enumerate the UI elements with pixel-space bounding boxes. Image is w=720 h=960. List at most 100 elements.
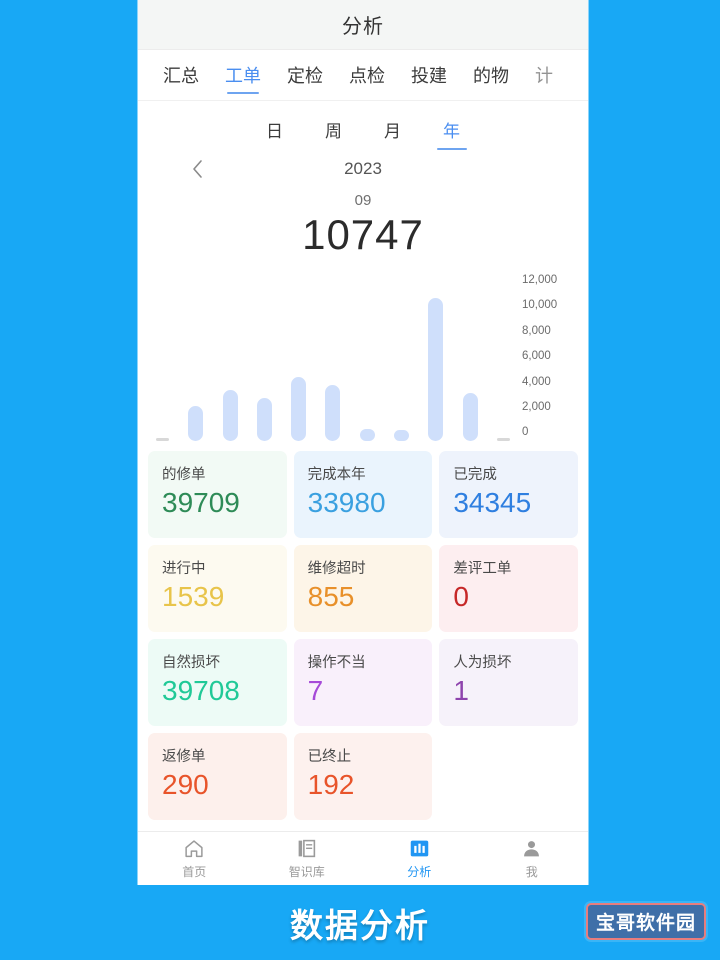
- caption-band: 数据分析 宝哥软件园: [0, 885, 720, 960]
- book-icon: [296, 838, 317, 860]
- chart-plot-area: [154, 271, 512, 447]
- bottom-nav-item-1[interactable]: 智识库: [251, 838, 364, 880]
- stat-card-value: 39709: [162, 487, 240, 518]
- tab-label: 计: [535, 66, 553, 86]
- tab-5[interactable]: 的物: [460, 50, 522, 100]
- category-tab-strip[interactable]: 汇总 工单 定检 点检 投建 的物 计: [138, 50, 588, 101]
- page-title: 分析: [342, 16, 384, 38]
- period-label: 月: [384, 122, 401, 141]
- tab-1[interactable]: 工单: [212, 50, 274, 100]
- tab-label: 定检: [287, 66, 323, 86]
- bottom-nav[interactable]: 首页 智识库 分析 我: [138, 831, 588, 885]
- period-switch[interactable]: 日周月年: [138, 101, 588, 156]
- stat-card[interactable]: 人为损坏 1: [439, 639, 578, 726]
- chart-bar: [325, 385, 341, 441]
- period-option-2[interactable]: 月: [380, 115, 405, 150]
- bottom-nav-label: 分析: [407, 864, 432, 879]
- stat-card[interactable]: 差评工单 0: [439, 545, 578, 632]
- stat-card[interactable]: 已完成 34345: [439, 451, 578, 538]
- stat-card-label: 已完成: [453, 467, 497, 483]
- stat-card[interactable]: 操作不当 7: [293, 639, 433, 726]
- bar-chart: 12,000 10,000 8,000 6,000 4,000 2,000 0: [138, 271, 588, 441]
- tab-label: 的物: [473, 66, 509, 86]
- period-option-0[interactable]: 日: [262, 115, 287, 150]
- stat-card-grid: 的修单 39709 完成本年 33980 已完成 34345 进行中 1539 维修超时 855 差…: [138, 445, 588, 830]
- tab-0[interactable]: 汇总: [150, 50, 212, 100]
- tab-label: 工单: [225, 66, 261, 86]
- chart-bar: [462, 393, 478, 441]
- selected-month: 09: [354, 192, 372, 209]
- home-icon: [183, 838, 205, 860]
- bottom-nav-item-2[interactable]: 分析: [363, 838, 476, 880]
- chart-bar: [188, 406, 204, 441]
- chart-bar: [291, 377, 307, 441]
- period-option-1[interactable]: 周: [321, 115, 346, 150]
- phone-screen: 分析 汇总 工单 定检 点检 投建 的物 计 日 周 月 年 2023 09 10747…: [138, 0, 588, 885]
- y-axis-tick: 6,000: [522, 350, 551, 363]
- period-label: 周: [325, 122, 342, 141]
- chart-bar: [222, 390, 238, 441]
- chart-bar: [394, 430, 410, 441]
- stat-card[interactable]: 返修单 290: [148, 733, 287, 820]
- stat-card[interactable]: 自然损坏 39708: [148, 639, 287, 726]
- tab-label: 投建: [411, 66, 447, 86]
- chart-bar: [256, 398, 272, 441]
- stat-card-value: 33980: [307, 487, 386, 518]
- y-axis-tick: 4,000: [522, 375, 551, 388]
- stat-card[interactable]: 进行中 1539: [148, 545, 287, 632]
- stat-card[interactable]: 的修单 39709: [148, 451, 287, 538]
- stat-card-label: 返修单: [162, 749, 206, 765]
- stat-card-label: 已终止: [307, 749, 352, 765]
- stat-card-label: 自然损坏: [162, 655, 220, 671]
- stat-card-label: 人为损坏: [453, 655, 512, 671]
- bottom-nav-label: 首页: [182, 864, 207, 879]
- stat-card-value: 1: [453, 675, 469, 706]
- watermark-badge: 宝哥软件园: [585, 903, 706, 940]
- period-label: 年: [443, 122, 460, 141]
- stat-card-value: 1539: [162, 581, 225, 612]
- date-nav: 2023: [138, 156, 588, 182]
- total-count: 10747: [302, 211, 424, 258]
- stat-card-label: 差评工单: [453, 561, 512, 577]
- chart-bar: [428, 297, 444, 441]
- tab-6[interactable]: 计: [522, 50, 553, 100]
- tab-2[interactable]: 定检: [274, 50, 336, 100]
- period-option-3[interactable]: 年: [439, 115, 464, 150]
- stat-card-label: 进行中: [162, 561, 206, 577]
- screenshot-stage: 分析 汇总 工单 定检 点检 投建 的物 计 日 周 月 年 2023 09 10747…: [0, 0, 720, 960]
- tab-3[interactable]: 点检: [336, 50, 398, 100]
- period-label: 日: [266, 122, 283, 141]
- tab-4[interactable]: 投建: [398, 50, 460, 100]
- y-axis-tick: 10,000: [522, 299, 558, 312]
- tab-label: 汇总: [163, 66, 199, 86]
- stat-card-label: 完成本年: [307, 467, 366, 483]
- bottom-nav-item-0[interactable]: 首页: [138, 838, 251, 880]
- bottom-nav-item-3[interactable]: 我: [476, 838, 589, 880]
- app-header: 分析: [138, 0, 588, 50]
- stat-card-value: 290: [162, 769, 209, 800]
- stat-card-value: 0: [453, 581, 469, 612]
- stat-card[interactable]: 完成本年 33980: [293, 451, 433, 538]
- chart-y-axis: 12,000 10,000 8,000 6,000 4,000 2,000 0: [512, 271, 578, 441]
- bottom-nav-label: 智识库: [288, 864, 325, 879]
- tab-label: 点检: [349, 66, 385, 86]
- chart-bar: [156, 438, 169, 441]
- chevron-left-icon[interactable]: [186, 158, 208, 180]
- content-area: 日周月年 2023 09 10747 12,000 10,000 8,000 6,00…: [138, 101, 588, 831]
- y-axis-tick: 12,000: [522, 274, 558, 286]
- chart-bar: [359, 429, 375, 441]
- stat-card-label: 的修单: [162, 467, 206, 483]
- chart-bar: [496, 438, 510, 441]
- stat-card-value: 39708: [162, 675, 240, 706]
- selected-year: 2023: [344, 159, 382, 178]
- stat-card[interactable]: 维修超时 855: [293, 545, 433, 632]
- stat-card[interactable]: 已终止 192: [293, 733, 433, 820]
- stat-card-label: 操作不当: [307, 655, 366, 671]
- stat-card-value: 855: [307, 581, 355, 612]
- stat-card-placeholder: [439, 733, 578, 820]
- person-icon: [521, 838, 542, 860]
- y-axis-tick: 2,000: [522, 401, 551, 414]
- stat-card-value: 7: [307, 675, 324, 706]
- stat-card-label: 维修超时: [307, 561, 366, 577]
- bottom-nav-label: 我: [525, 864, 538, 879]
